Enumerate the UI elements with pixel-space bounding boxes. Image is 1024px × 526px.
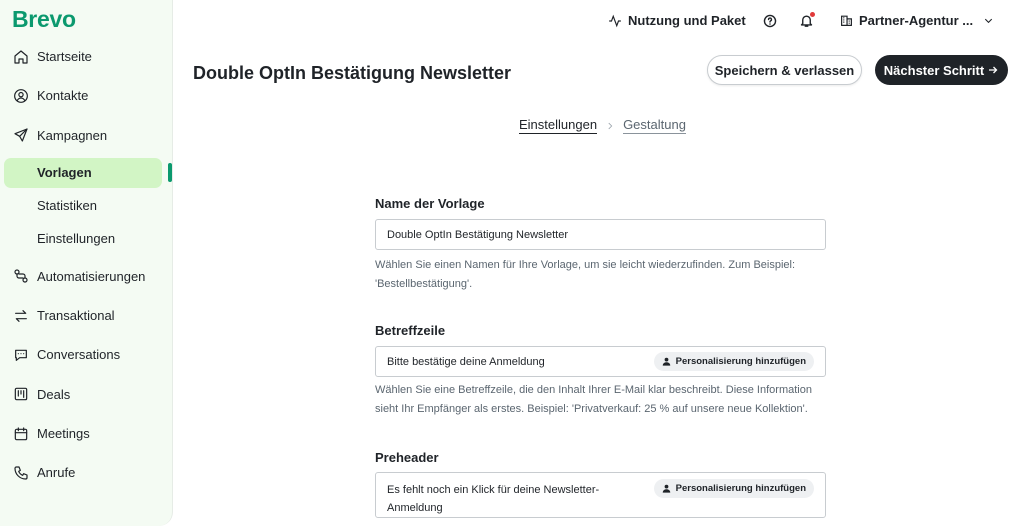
save-and-exit-label: Speichern & verlassen bbox=[714, 62, 855, 78]
usage-and-plan-link[interactable]: Nutzung und Paket bbox=[608, 13, 746, 28]
template-name-value: Double OptIn Bestätigung Newsletter bbox=[387, 228, 568, 241]
account-menu[interactable]: Partner-Agentur ... bbox=[840, 13, 994, 28]
sidebar-subitem-einstellungen[interactable]: Einstellungen bbox=[0, 224, 172, 254]
subject-personalize-button[interactable]: Personalisierung hinzufügen bbox=[653, 352, 814, 371]
personalize-label: Personalisierung hinzufügen bbox=[675, 356, 806, 367]
user-icon bbox=[662, 484, 670, 493]
sidebar-item-transaktional[interactable]: Transaktional bbox=[0, 299, 172, 332]
sidebar-item-label: Conversations bbox=[37, 347, 121, 363]
preheader-value: Es fehlt noch ein Klick für deine Newsle… bbox=[387, 484, 600, 514]
chevron-right-icon bbox=[608, 122, 613, 129]
calendar-icon bbox=[12, 425, 29, 442]
step-design[interactable]: Gestaltung bbox=[623, 117, 686, 134]
sidebar-item-deals[interactable]: Deals bbox=[0, 378, 172, 411]
account-label: Partner-Agentur ... bbox=[859, 13, 974, 28]
notification-dot bbox=[810, 12, 815, 17]
sidebar-subitem-vorlagen[interactable]: Vorlagen bbox=[4, 157, 162, 188]
usage-label: Nutzung und Paket bbox=[628, 13, 746, 28]
subject-input[interactable]: Bitte bestätige deine Anmeldung Personal… bbox=[375, 346, 826, 377]
sidebar-item-automatisierungen[interactable]: Automatisierungen bbox=[0, 260, 172, 293]
sidebar-item-label: Anrufe bbox=[37, 465, 76, 481]
sidebar-item-kampagnen[interactable]: Kampagnen bbox=[0, 119, 172, 152]
sidebar-subitem-statistiken[interactable]: Statistiken bbox=[0, 191, 172, 221]
sidebar-item-meetings[interactable]: Meetings bbox=[0, 417, 172, 450]
subject-value: Bitte bestätige deine Anmeldung bbox=[387, 355, 545, 368]
home-icon bbox=[12, 48, 29, 65]
page-title: Double OptIn Bestätigung Newsletter bbox=[193, 63, 512, 83]
sidebar-item-label: Automatisierungen bbox=[37, 268, 146, 284]
step-settings[interactable]: Einstellungen bbox=[519, 117, 598, 134]
sidebar-subitem-label: Vorlagen bbox=[37, 165, 92, 181]
automation-icon bbox=[12, 268, 29, 285]
arrow-right-icon bbox=[989, 66, 998, 74]
personalize-label: Personalisierung hinzufügen bbox=[675, 482, 806, 494]
sidebar-item-anrufe[interactable]: Anrufe bbox=[0, 456, 172, 489]
sidebar-item-conversations[interactable]: Conversations bbox=[0, 338, 172, 371]
sidebar-item-startseite[interactable]: Startseite bbox=[0, 40, 172, 73]
activity-icon bbox=[609, 14, 621, 27]
building-icon bbox=[841, 15, 852, 26]
sidebar-item-label: Kontakte bbox=[37, 88, 89, 104]
contacts-icon bbox=[12, 87, 29, 104]
chevron-down-icon bbox=[985, 18, 993, 24]
template-name-input[interactable]: Double OptIn Bestätigung Newsletter bbox=[375, 219, 826, 250]
sidebar-subitem-label: Einstellungen bbox=[37, 231, 116, 247]
active-nav-marker bbox=[168, 163, 172, 182]
send-icon bbox=[12, 127, 29, 144]
step-breadcrumb: Einstellungen Gestaltung bbox=[519, 117, 686, 134]
sidebar-subitem-label: Statistiken bbox=[37, 198, 97, 214]
next-step-label: Nächster Schritt bbox=[883, 62, 985, 78]
transfer-icon bbox=[12, 307, 29, 324]
phone-icon bbox=[12, 464, 29, 481]
chat-icon bbox=[12, 346, 29, 363]
help-icon[interactable] bbox=[763, 14, 777, 28]
sidebar: Brevo Startseite Kontakte Kampagnen Vorl… bbox=[0, 0, 173, 526]
deals-icon bbox=[12, 386, 29, 403]
next-step-button[interactable]: Nächster Schritt bbox=[875, 55, 1008, 85]
template-name-help: Wählen Sie einen Namen für Ihre Vorlage,… bbox=[375, 259, 796, 290]
subject-help: Wählen Sie eine Betreffzeile, die den In… bbox=[375, 384, 812, 415]
sidebar-item-label: Meetings bbox=[37, 426, 90, 442]
user-icon bbox=[662, 357, 670, 366]
save-and-exit-button[interactable]: Speichern & verlassen bbox=[707, 55, 862, 85]
top-bar: Nutzung und Paket Partner-Agentur ... bbox=[173, 0, 1024, 44]
sidebar-item-label: Deals bbox=[37, 386, 71, 402]
preheader-personalize-button[interactable]: Personalisierung hinzufügen bbox=[653, 479, 814, 498]
subject-label: Betreffzeile bbox=[375, 323, 446, 338]
preheader-input[interactable]: Es fehlt noch ein Klick für deine Newsle… bbox=[375, 472, 826, 518]
sidebar-item-label: Kampagnen bbox=[37, 127, 108, 143]
template-name-label: Name der Vorlage bbox=[375, 196, 485, 211]
preheader-label: Preheader bbox=[375, 450, 439, 465]
sidebar-nav: Startseite Kontakte Kampagnen Vorlagen S… bbox=[0, 40, 172, 496]
brevo-logo[interactable]: Brevo bbox=[12, 6, 76, 33]
sidebar-item-label: Startseite bbox=[37, 49, 92, 64]
sidebar-item-label: Transaktional bbox=[37, 308, 115, 324]
sidebar-item-kontakte[interactable]: Kontakte bbox=[0, 79, 172, 112]
notifications-bell-icon[interactable] bbox=[799, 12, 815, 28]
